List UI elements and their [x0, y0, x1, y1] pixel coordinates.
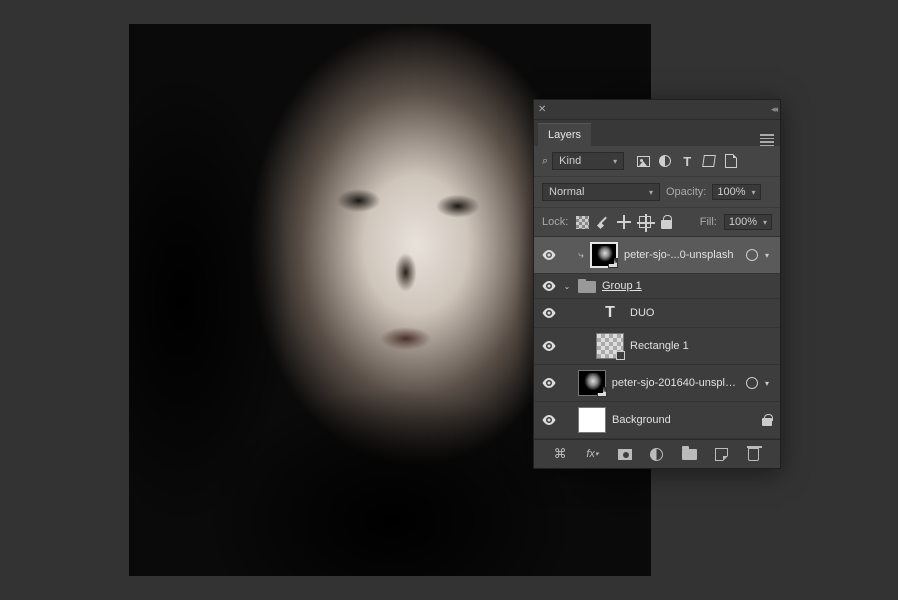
add-mask-icon[interactable]	[617, 446, 633, 462]
layer-name[interactable]: peter-sjo-201640-unsplash	[612, 377, 740, 389]
new-layer-icon[interactable]	[714, 446, 730, 462]
lock-label: Lock:	[542, 216, 568, 228]
chevron-down-icon: ▾	[752, 188, 756, 197]
lock-artboard-icon[interactable]	[638, 215, 652, 229]
visibility-toggle[interactable]	[542, 413, 556, 427]
folder-icon	[578, 279, 596, 293]
layer-row-background[interactable]: Background	[534, 402, 780, 439]
visibility-toggle[interactable]	[542, 306, 556, 320]
layer-effects-icon[interactable]: fx▾	[584, 446, 600, 462]
type-layer-icon: T	[596, 304, 624, 322]
opacity-field[interactable]: 100% ▾	[712, 184, 760, 200]
lock-image-icon[interactable]	[596, 215, 610, 229]
filter-kind-label: Kind	[559, 155, 581, 167]
opacity-label: Opacity:	[666, 186, 706, 198]
filter-smartobject-icon[interactable]	[724, 154, 738, 168]
layer-row-smartobject[interactable]: peter-sjo-201640-unsplash ▾	[534, 365, 780, 402]
layer-row-clipped-smartobject[interactable]: ⤷ peter-sjo-...0-unsplash ▾	[534, 237, 780, 274]
panel-topbar: ✕ ◂◂	[534, 100, 780, 120]
filter-shape-icon[interactable]	[702, 154, 716, 168]
lock-transparency-icon[interactable]	[575, 215, 589, 229]
fill-value: 100%	[729, 216, 757, 228]
layer-filter-row: ⌕ Kind ▾ T	[534, 146, 780, 177]
lock-fill-row: Lock: Fill: 100% ▾	[534, 208, 780, 237]
search-icon: ⌕	[542, 155, 548, 168]
filter-type-icons: T	[636, 154, 738, 168]
lock-position-icon[interactable]	[617, 215, 631, 229]
smartobject-badge-icon	[597, 387, 607, 397]
chevron-down-icon[interactable]: ▾	[762, 251, 772, 260]
layer-thumbnail[interactable]	[578, 407, 606, 433]
advanced-blend-icon[interactable]	[746, 377, 758, 389]
filter-adjustment-icon[interactable]	[658, 154, 672, 168]
new-group-icon[interactable]	[681, 446, 697, 462]
tab-layers[interactable]: Layers	[538, 123, 591, 146]
layers-panel: ✕ ◂◂ Layers ⌕ Kind ▾ T Normal ▾ Opacity:…	[533, 99, 781, 469]
lock-all-icon[interactable]	[659, 215, 673, 229]
layer-name[interactable]: Group 1	[602, 280, 642, 292]
fill-field[interactable]: 100% ▾	[724, 214, 772, 230]
chevron-down-icon: ▾	[763, 218, 767, 227]
chevron-down-icon: ▾	[649, 188, 653, 197]
opacity-value: 100%	[717, 186, 745, 198]
filter-pixel-icon[interactable]	[636, 154, 650, 168]
filter-kind-select[interactable]: Kind ▾	[552, 152, 624, 170]
layer-name[interactable]: Background	[612, 414, 671, 426]
shape-badge-icon	[616, 351, 625, 360]
blend-opacity-row: Normal ▾ Opacity: 100% ▾	[534, 177, 780, 208]
advanced-blend-icon[interactable]	[746, 249, 758, 261]
layer-row-group[interactable]: ⌄ Group 1	[534, 274, 780, 299]
visibility-toggle[interactable]	[542, 248, 556, 262]
filter-type-icon[interactable]: T	[680, 154, 694, 168]
lock-icon[interactable]	[762, 418, 772, 426]
chevron-down-icon: ▾	[613, 157, 617, 166]
clipping-indicator-icon: ⤷	[578, 250, 584, 261]
chevron-down-icon[interactable]: ▾	[762, 379, 772, 388]
layers-panel-footer: ⌘ fx▾	[534, 439, 780, 468]
smartobject-badge-icon	[608, 258, 618, 268]
layer-thumbnail[interactable]	[590, 242, 618, 268]
panel-tabs: Layers	[534, 120, 780, 146]
visibility-toggle[interactable]	[542, 279, 556, 293]
adjustment-layer-icon[interactable]	[649, 446, 665, 462]
visibility-toggle[interactable]	[542, 376, 556, 390]
blend-mode-value: Normal	[549, 186, 584, 198]
fill-label: Fill:	[700, 216, 717, 228]
close-icon[interactable]: ✕	[538, 104, 546, 115]
layer-row-text[interactable]: T DUO	[534, 299, 780, 328]
blend-mode-select[interactable]: Normal ▾	[542, 183, 660, 201]
collapse-icon[interactable]: ◂◂	[771, 104, 776, 115]
layer-name[interactable]: DUO	[630, 307, 654, 319]
link-layers-icon[interactable]: ⌘	[552, 446, 568, 462]
panel-menu-icon[interactable]	[760, 134, 774, 146]
disclosure-toggle[interactable]: ⌄	[562, 282, 572, 291]
delete-layer-icon[interactable]	[746, 446, 762, 462]
layer-name[interactable]: peter-sjo-...0-unsplash	[624, 249, 733, 261]
layer-row-shape[interactable]: Rectangle 1	[534, 328, 780, 365]
layer-list: ⤷ peter-sjo-...0-unsplash ▾ ⌄ Group 1 T …	[534, 237, 780, 439]
layer-name[interactable]: Rectangle 1	[630, 340, 689, 352]
layer-thumbnail[interactable]	[578, 370, 606, 396]
layer-thumbnail[interactable]	[596, 333, 624, 359]
visibility-toggle[interactable]	[542, 339, 556, 353]
